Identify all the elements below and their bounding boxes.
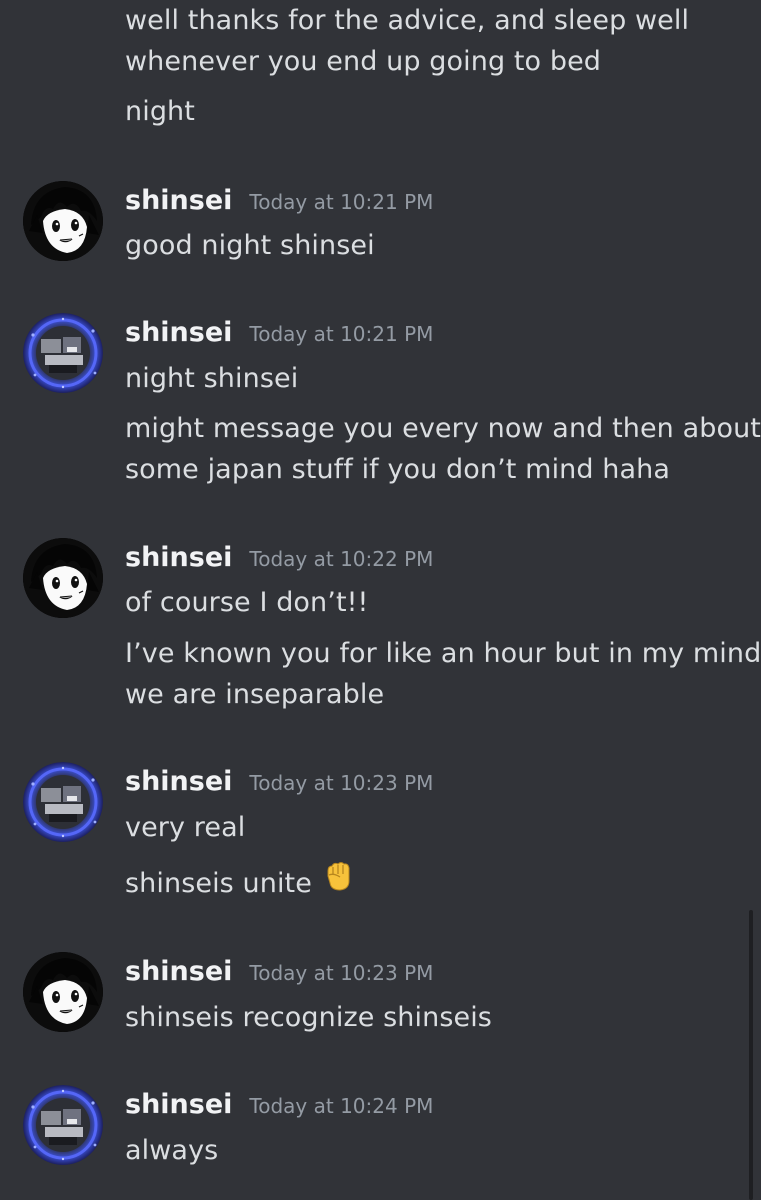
message-text: might message you every now and then abo… bbox=[125, 413, 761, 444]
timestamp[interactable]: Today at 10:21 PM bbox=[249, 182, 433, 222]
blue-ring-avatar-icon bbox=[23, 762, 103, 842]
author-name[interactable]: shinsei bbox=[125, 1085, 232, 1125]
message-text: always bbox=[125, 1135, 219, 1166]
timestamp[interactable]: Today at 10:23 PM bbox=[249, 763, 433, 803]
avatar[interactable] bbox=[23, 313, 103, 393]
avatar[interactable] bbox=[23, 762, 103, 842]
author-name[interactable]: shinsei bbox=[125, 538, 232, 578]
message-text: some japan stuff if you don’t mind haha bbox=[125, 454, 671, 485]
message-text: night bbox=[125, 96, 195, 127]
message-text: we are inseparable bbox=[125, 679, 385, 710]
avatar[interactable] bbox=[23, 538, 103, 618]
blue-ring-avatar-icon bbox=[23, 313, 103, 393]
message-text: night shinsei bbox=[125, 363, 299, 394]
message-text: whenever you end up going to bed bbox=[125, 46, 602, 77]
author-name[interactable]: shinsei bbox=[125, 181, 232, 221]
message-header: shinsei Today at 10:24 PM bbox=[125, 1085, 433, 1125]
message-list[interactable]: well thanks for the advice, and sleep we… bbox=[0, 0, 761, 1200]
anime-character-avatar-icon bbox=[23, 538, 103, 618]
avatar[interactable] bbox=[23, 952, 103, 1032]
timestamp[interactable]: Today at 10:21 PM bbox=[249, 314, 433, 354]
message-header: shinsei Today at 10:23 PM bbox=[125, 762, 433, 802]
anime-character-avatar-icon bbox=[23, 181, 103, 261]
message-text-with-emoji: shinseis unite bbox=[125, 861, 356, 905]
scrollbar[interactable] bbox=[749, 910, 753, 1200]
anime-character-avatar-icon bbox=[23, 952, 103, 1032]
message-text: good night shinsei bbox=[125, 230, 375, 261]
message-header: shinsei Today at 10:23 PM bbox=[125, 952, 433, 992]
message-text: shinseis unite bbox=[125, 868, 312, 899]
message-text: I’ve known you for like an hour but in m… bbox=[125, 638, 761, 669]
message-text: of course I don’t!! bbox=[125, 587, 369, 618]
message-header: shinsei Today at 10:21 PM bbox=[125, 181, 433, 221]
timestamp[interactable]: Today at 10:24 PM bbox=[249, 1086, 433, 1126]
message-text: shinseis recognize shinseis bbox=[125, 1002, 492, 1033]
message-text: well thanks for the advice, and sleep we… bbox=[125, 5, 690, 36]
timestamp[interactable]: Today at 10:22 PM bbox=[249, 539, 433, 579]
author-name[interactable]: shinsei bbox=[125, 952, 232, 992]
avatar[interactable] bbox=[23, 181, 103, 261]
raised-fist-emoji-icon bbox=[322, 859, 356, 905]
message-header: shinsei Today at 10:21 PM bbox=[125, 313, 433, 353]
message-header: shinsei Today at 10:22 PM bbox=[125, 538, 433, 578]
author-name[interactable]: shinsei bbox=[125, 762, 232, 802]
timestamp[interactable]: Today at 10:23 PM bbox=[249, 953, 433, 993]
author-name[interactable]: shinsei bbox=[125, 313, 232, 353]
blue-ring-avatar-icon bbox=[23, 1085, 103, 1165]
message-text: very real bbox=[125, 812, 246, 843]
avatar[interactable] bbox=[23, 1085, 103, 1165]
